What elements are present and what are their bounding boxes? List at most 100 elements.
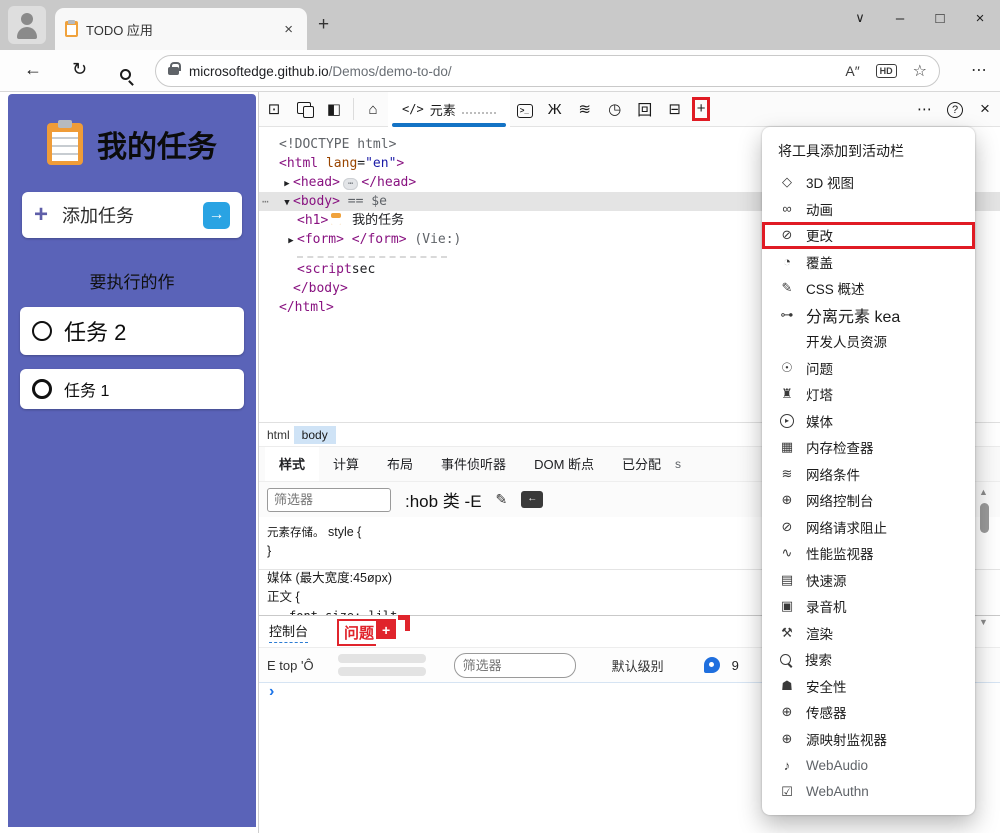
submit-task-button[interactable]: →: [203, 202, 230, 229]
devtools-more-icon[interactable]: ⋯: [910, 100, 940, 118]
tab-layout[interactable]: 布局: [373, 447, 427, 482]
log-levels-dropdown[interactable]: 默认级别: [612, 656, 664, 675]
tab-dom-breakpoints[interactable]: DOM 断点: [520, 447, 608, 482]
task-item[interactable]: 任务 2: [20, 307, 244, 355]
breadcrumb-html[interactable]: html: [267, 428, 290, 442]
device-emulation-icon[interactable]: [289, 101, 319, 118]
site-info-lock-icon[interactable]: [168, 67, 179, 75]
tab-computed[interactable]: 计算: [319, 447, 373, 482]
profile-avatar[interactable]: [8, 6, 46, 44]
menu-item-lighthouse[interactable]: ♜ 灯塔: [762, 381, 975, 408]
console-panel-icon[interactable]: >_: [510, 100, 540, 118]
menu-item-source-map-monitor[interactable]: ⊕源映射监视器: [762, 726, 975, 753]
menu-item-rendering[interactable]: ⚒渲染: [762, 620, 975, 647]
refresh-icon[interactable]: ↻: [72, 59, 87, 80]
menu-item-animation[interactable]: ∞动画: [762, 196, 975, 223]
scrollbar-down-icon[interactable]: ▼: [979, 617, 988, 627]
code-segment: <script: [297, 262, 352, 277]
menu-item-label: 覆盖: [806, 252, 833, 272]
performance-gauge-icon[interactable]: ◷: [600, 100, 630, 118]
speaker-icon: ♪: [778, 758, 796, 773]
network-wifi-icon[interactable]: ≋: [570, 100, 600, 118]
breadcrumb-body[interactable]: body: [294, 426, 336, 444]
styles-filter-input[interactable]: [267, 488, 391, 512]
tab-styles[interactable]: 样式: [265, 447, 319, 482]
menu-item-issues[interactable]: ☉问题: [762, 355, 975, 382]
menu-item-webaudio[interactable]: ♪WebAudio: [762, 752, 975, 779]
devtools-close-icon[interactable]: ×: [970, 99, 1000, 119]
task-checkbox[interactable]: [32, 379, 52, 399]
tab-assigned[interactable]: 已分配: [608, 447, 675, 482]
globe-icon: ⊕: [778, 704, 796, 720]
menu-item-detached-elements[interactable]: ⊶分离元素 kea: [762, 302, 975, 329]
menu-item-recorder[interactable]: ▣录音机: [762, 593, 975, 620]
menu-item-security[interactable]: ☗安全性: [762, 673, 975, 700]
address-bar[interactable]: microsoftedge.github.io/Demos/demo-to-do…: [155, 55, 940, 87]
back-icon[interactable]: ←: [24, 59, 42, 80]
console-filter-input[interactable]: [454, 653, 576, 678]
shield-check-icon: ☑: [778, 784, 796, 800]
task-item[interactable]: 任务 1: [20, 369, 244, 409]
tab-console[interactable]: 控制台: [269, 621, 308, 643]
tab-event-listeners[interactable]: 事件侦听器: [427, 447, 520, 482]
lighthouse-icon: ♜: [778, 386, 796, 402]
brush-icon[interactable]: ✎: [496, 491, 508, 508]
read-aloud-icon[interactable]: A″: [845, 63, 859, 79]
maximize-button[interactable]: □: [920, 10, 960, 27]
memory-chip-icon[interactable]: 回: [630, 99, 660, 120]
new-tab-button[interactable]: +: [318, 14, 329, 36]
browser-tab[interactable]: TODO 应用 ×: [55, 8, 307, 50]
menu-item-search[interactable]: 搜索: [762, 646, 975, 673]
style-open-brace[interactable]: style {: [328, 525, 361, 539]
menu-item-sensors[interactable]: ⊕传感器: [762, 699, 975, 726]
code-segment: <h1>: [297, 213, 328, 228]
menu-item-3d-view[interactable]: ◇3D 视图: [762, 169, 975, 196]
menu-item-network-request-blocking[interactable]: ⊘网络请求阻止: [762, 514, 975, 541]
messages-bubble-icon[interactable]: [704, 657, 720, 673]
tab-issues[interactable]: 问题: [337, 619, 376, 646]
tab-actions-chevron-icon[interactable]: ∨: [840, 10, 880, 27]
menu-item-webauthn[interactable]: ☑WebAuthn: [762, 779, 975, 806]
menu-item-changes[interactable]: ⊘更改: [762, 222, 975, 249]
code-segment: </form>: [352, 232, 407, 247]
message-count: 9: [732, 658, 739, 673]
code-segment: <body>: [293, 194, 340, 209]
menu-item-developer-resources[interactable]: 开发人员资源: [762, 328, 975, 355]
search-icon[interactable]: [120, 64, 131, 85]
avatar-head: [21, 13, 33, 25]
menu-item-performance-monitor[interactable]: ∿性能监视器: [762, 540, 975, 567]
tab-elements[interactable]: </> 元素: [388, 92, 510, 127]
task-checkbox[interactable]: [32, 321, 52, 341]
pseudo-class-toggles[interactable]: :hob 类 -E: [405, 487, 482, 512]
menu-item-media[interactable]: ▸媒体: [762, 408, 975, 435]
close-window-button[interactable]: ×: [960, 10, 1000, 27]
favorite-star-icon[interactable]: ☆: [913, 61, 927, 81]
menu-item-label: 灯塔: [806, 384, 833, 404]
activity-bar-toggle-icon[interactable]: ◧: [319, 100, 349, 118]
application-storage-icon[interactable]: ⊟: [660, 100, 690, 118]
more-actions-icon[interactable]: ⋯: [262, 192, 269, 211]
tab-close-icon[interactable]: ×: [280, 21, 297, 38]
welcome-home-icon[interactable]: ⌂: [358, 101, 388, 118]
hd-icon[interactable]: HD: [876, 64, 897, 78]
menu-item-memory-inspector[interactable]: ▦内存检查器: [762, 434, 975, 461]
menu-item-css-overview[interactable]: ✎CSS 概述: [762, 275, 975, 302]
browser-more-icon[interactable]: ⋯: [971, 60, 988, 80]
help-icon[interactable]: ?: [940, 100, 970, 118]
debugger-bug-icon[interactable]: Ж: [540, 101, 570, 118]
inspect-element-icon[interactable]: ⊡: [259, 100, 289, 118]
layout-sidebar-toggle-icon[interactable]: ←: [521, 491, 543, 508]
menu-item-coverage[interactable]: ◔覆盖: [762, 249, 975, 276]
add-task-field[interactable]: + 添加任务 →: [22, 192, 242, 238]
console-context-selector[interactable]: E top 'Ô: [267, 658, 314, 673]
add-tools-plus-icon[interactable]: +: [697, 100, 706, 117]
code-segment: ==: [340, 194, 371, 209]
scrollbar-up-icon[interactable]: ▲: [979, 487, 988, 497]
menu-item-network-console[interactable]: ⊕网络控制台: [762, 487, 975, 514]
minimize-button[interactable]: –: [880, 10, 920, 27]
menu-item-network-conditions[interactable]: ≋网络条件: [762, 461, 975, 488]
code-segment: <!DOCTYPE html>: [279, 137, 396, 152]
menu-item-quick-source[interactable]: ▤快速源: [762, 567, 975, 594]
scrollbar-thumb[interactable]: [980, 503, 989, 533]
code-segment: "en": [365, 156, 396, 171]
